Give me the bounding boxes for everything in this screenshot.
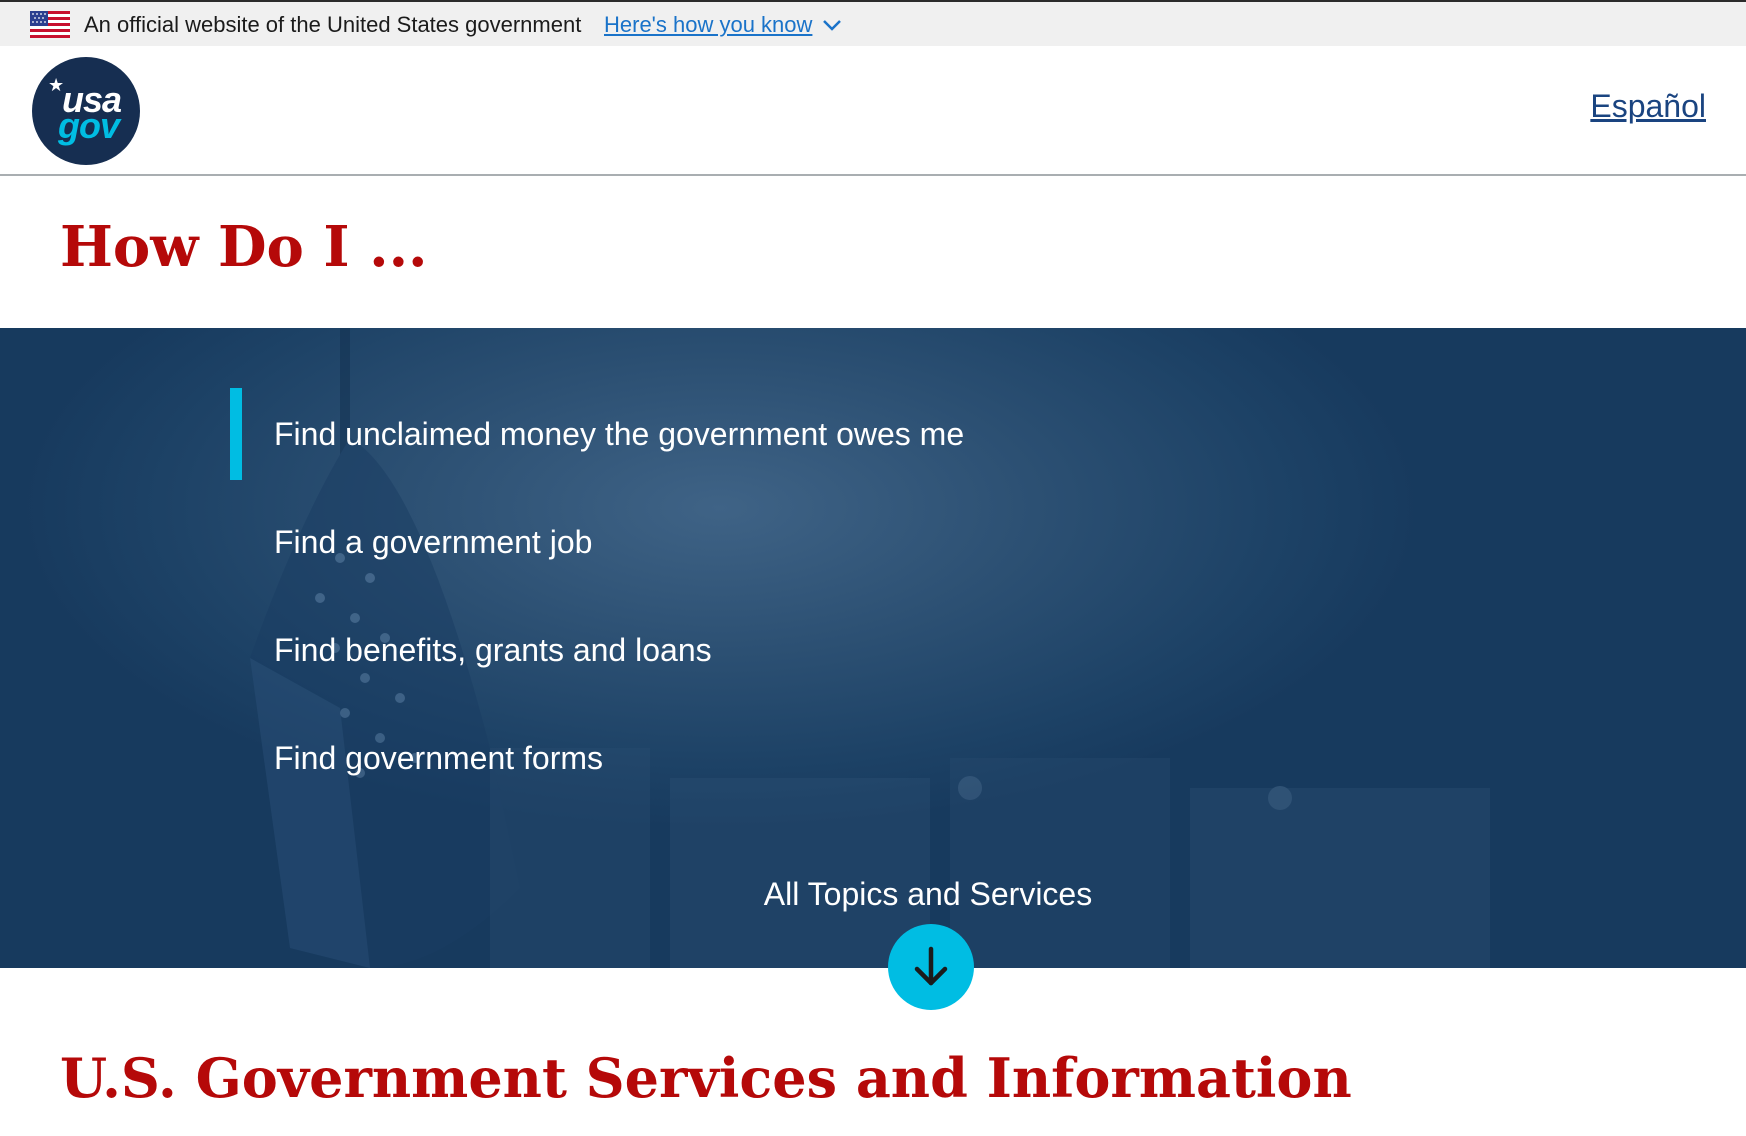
arrow-down-icon bbox=[914, 946, 948, 986]
scroll-down-button[interactable] bbox=[888, 924, 974, 1010]
espanol-link[interactable]: Español bbox=[1590, 88, 1706, 125]
logo-gov-text: gov bbox=[58, 105, 120, 146]
gov-banner-text: An official website of the United States… bbox=[84, 12, 582, 37]
chevron-down-icon[interactable] bbox=[822, 18, 842, 32]
how-do-i-heading: How Do I ... bbox=[60, 214, 428, 280]
gov-banner: An official website of the United States… bbox=[0, 0, 1746, 46]
all-topics-link[interactable]: All Topics and Services bbox=[0, 876, 1746, 913]
how-do-i-item-government-job[interactable]: Find a government job bbox=[230, 496, 964, 588]
usagov-logo[interactable]: ★ usa gov bbox=[32, 57, 140, 165]
services-heading: U.S. Government Services and Information bbox=[60, 1046, 1352, 1110]
how-do-i-item-forms[interactable]: Find government forms bbox=[230, 712, 964, 804]
how-do-i-item-benefits[interactable]: Find benefits, grants and loans bbox=[230, 604, 964, 696]
how-do-i-item-unclaimed-money[interactable]: Find unclaimed money the government owes… bbox=[230, 388, 964, 480]
us-flag-icon bbox=[30, 11, 70, 38]
heres-how-you-know-link[interactable]: Here's how you know bbox=[604, 12, 812, 38]
site-header: ★ usa gov Español bbox=[0, 46, 1746, 176]
how-do-i-list: Find unclaimed money the government owes… bbox=[230, 388, 964, 820]
how-do-i-hero: Find unclaimed money the government owes… bbox=[0, 328, 1746, 968]
